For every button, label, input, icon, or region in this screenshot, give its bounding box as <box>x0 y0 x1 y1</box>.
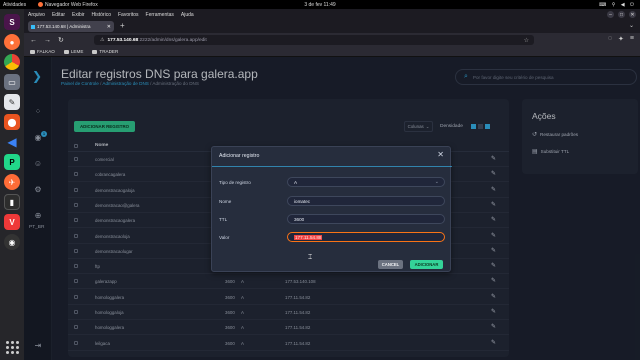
close-icon[interactable]: ✕ <box>437 150 444 159</box>
system-tray-icons[interactable]: ⌨ ⚲ ◀ ⏻ <box>599 2 636 8</box>
obs-icon[interactable]: ◉ <box>4 234 20 250</box>
back-icon[interactable]: ← <box>30 37 37 44</box>
menu-file[interactable]: Arquivo <box>28 12 45 18</box>
browser-tab-active[interactable]: 177.53.140.68 | Administra ✕ <box>28 21 114 32</box>
mouse-cursor-icon: ⌶ <box>308 254 313 261</box>
value-input[interactable]: 177.11.54.88 <box>287 232 445 242</box>
menu-view[interactable]: Exibir <box>72 12 85 18</box>
pocket-icon[interactable]: ◌ <box>608 35 612 43</box>
ttl-input[interactable]: 3600 <box>287 214 445 224</box>
bookmark-folder-2[interactable]: LEME <box>63 49 83 54</box>
ttl-label: TTL <box>219 217 228 222</box>
add-button[interactable]: ADICIONAR <box>410 260 443 269</box>
forward-icon[interactable]: → <box>44 37 51 44</box>
vscode-icon[interactable]: ◀ <box>4 134 20 150</box>
name-label: Nome <box>219 199 232 204</box>
bookmarks-bar: FALKAO LEME TRADER <box>24 47 640 57</box>
bookmark-folder-3[interactable]: TRADER <box>92 49 118 54</box>
window-controls: – □ ✕ <box>607 11 636 18</box>
new-tab-icon[interactable]: + <box>120 21 125 30</box>
browser-nav-bar: ← → ↻ ⚠ 177.53.140.68:2222/admin/dns/gal… <box>24 33 640 47</box>
browser-tab-strip: 177.53.140.68 | Administra ✕ + ⌄ <box>24 20 640 33</box>
minimize-icon[interactable]: – <box>607 11 614 18</box>
dialog-title: Adicionar registro <box>219 153 260 159</box>
tab-favicon-icon <box>31 24 35 29</box>
bookmark-star-icon[interactable]: ☆ <box>524 37 529 44</box>
postman-icon[interactable]: ✈ <box>4 174 20 190</box>
files-icon[interactable]: ▭ <box>4 74 20 90</box>
name-input[interactable]: iomatec <box>287 196 445 206</box>
dock: S ● ▭ ✎ ⬤ ◀ P ✈ ▮ V ◉ <box>0 9 24 360</box>
menu-tools[interactable]: Ferramentas <box>146 12 174 18</box>
system-top-bar: Atividades Navegador Web Firefox 3 de fe… <box>0 0 640 9</box>
dialog-divider <box>212 166 452 167</box>
cancel-button[interactable]: CANCEL <box>378 260 403 269</box>
folder-icon <box>30 49 35 54</box>
firefox-icon[interactable]: ● <box>4 34 20 50</box>
add-record-dialog: Adicionar registro ✕ Tipo de registro A … <box>211 146 452 272</box>
chevron-down-icon: ⌄ <box>434 179 439 185</box>
record-type-select[interactable]: A ⌄ <box>287 177 445 187</box>
terminal-icon[interactable]: ▮ <box>4 194 20 210</box>
maximize-icon[interactable]: □ <box>618 11 625 18</box>
extensions-icon[interactable]: ✦ <box>618 35 624 43</box>
ttl-input-value: 3600 <box>294 216 305 222</box>
record-type-label: Tipo de registro <box>219 180 251 185</box>
chrome-icon[interactable] <box>4 54 20 70</box>
menu-history[interactable]: Histórico <box>92 12 111 18</box>
clock[interactable]: 3 de fev 11:49 <box>0 2 640 8</box>
slack-icon[interactable]: S <box>4 14 20 30</box>
url-path: :2222/admin/dns/galera.app/edit <box>138 37 207 43</box>
menu-bookmarks[interactable]: Favoritos <box>118 12 139 18</box>
show-apps-icon[interactable] <box>4 339 20 355</box>
name-input-value: iomatec <box>294 198 311 204</box>
bookmark-folder-1[interactable]: FALKAO <box>30 49 55 54</box>
menu-help[interactable]: Ajuda <box>181 12 194 18</box>
reload-icon[interactable]: ↻ <box>58 36 64 44</box>
folder-icon <box>92 49 98 54</box>
folder-icon <box>63 49 69 54</box>
address-bar[interactable]: ⚠ 177.53.140.68:2222/admin/dns/galera.ap… <box>94 35 534 45</box>
lock-icon[interactable]: ⚠ <box>100 37 104 43</box>
tab-title: 177.53.140.68 | Administra <box>37 24 91 29</box>
close-window-icon[interactable]: ✕ <box>629 11 636 18</box>
app-store-icon[interactable]: ⬤ <box>4 114 20 130</box>
tab-close-icon[interactable]: ✕ <box>107 24 111 30</box>
url-host: 177.53.140.68 <box>107 37 139 43</box>
record-type-value: A <box>294 179 298 185</box>
directadmin-app: ❯ ⁘ ◉ 1 ☺ ⚙ ⊕ PT_BR ⇥ Editar registros D… <box>24 57 640 360</box>
text-editor-icon[interactable]: ✎ <box>4 94 20 110</box>
hamburger-menu-icon[interactable]: ≡ <box>630 35 634 43</box>
value-input-selected-text: 177.11.54.88 <box>294 234 323 240</box>
vivaldi-icon[interactable]: V <box>4 214 20 230</box>
menu-edit[interactable]: Editar <box>52 12 65 18</box>
value-label: Valor <box>219 235 230 240</box>
tab-list-chevron-icon[interactable]: ⌄ <box>629 22 634 29</box>
pycharm-icon[interactable]: P <box>4 154 20 170</box>
browser-menu-bar: Arquivo Editar Exibir Histórico Favorito… <box>24 9 640 20</box>
toolbar-right: ◌ ✦ ≡ <box>608 35 634 43</box>
